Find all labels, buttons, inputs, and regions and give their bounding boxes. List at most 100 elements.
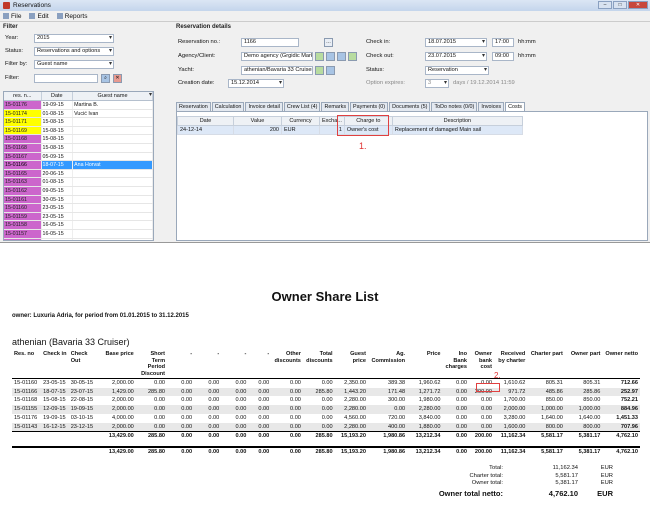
date-cell: 01-08-15 xyxy=(42,178,74,186)
report-cell: 23-07-15 xyxy=(68,387,97,397)
total-cell: 4,762.10 xyxy=(602,431,640,441)
report-col-header: - xyxy=(248,350,272,379)
report-cell: 285.80 xyxy=(135,387,168,397)
report-cell: 0.00 xyxy=(290,380,301,386)
agency-new-button[interactable] xyxy=(337,52,346,61)
tab-calculation[interactable]: Calculation xyxy=(211,102,245,111)
res-no-cell: 15-01167 xyxy=(4,152,42,161)
owner-total-netto-row: Owner total netto: 4,762.10 EUR xyxy=(415,488,613,499)
filter-input[interactable] xyxy=(34,74,98,83)
col-res-no[interactable]: res. n... xyxy=(4,92,42,100)
year-select[interactable]: 2015 xyxy=(34,34,114,43)
summary-label: Charter total: xyxy=(469,472,503,479)
tab-crew-list[interactable]: Crew List (4) xyxy=(283,102,321,111)
search-button[interactable]: ⌕ xyxy=(101,74,110,83)
agency-info-button[interactable] xyxy=(348,52,357,61)
yacht-field[interactable]: athenian/Bavaria 33 Cruiser xyxy=(241,66,313,75)
check-in-date[interactable]: 18.07.2015 xyxy=(425,38,487,47)
list-item[interactable]: 15-01163 01-08-15 xyxy=(4,178,153,187)
col-guest-name[interactable]: Guest name xyxy=(73,92,153,100)
list-item[interactable]: 15-01157 16-05-15 xyxy=(4,229,153,239)
total-cell xyxy=(12,431,42,441)
agency-find-button[interactable] xyxy=(326,52,335,61)
tab-invoice-detail[interactable]: Invoice detail xyxy=(245,102,283,111)
cost-currency[interactable]: EUR xyxy=(281,125,320,135)
menu-file[interactable]: File xyxy=(3,13,21,20)
maximize-button[interactable]: □ xyxy=(613,1,627,9)
list-item[interactable]: 15-01158 16-05-15 xyxy=(4,221,153,230)
report-cell: 0.00 xyxy=(290,397,301,404)
yacht-find-button[interactable] xyxy=(326,66,335,75)
total-cell: 0.00 xyxy=(442,431,470,441)
list-item[interactable]: 15-01174 01-08-15 Vucić Ivan xyxy=(4,109,153,119)
report-cell: 0.00 xyxy=(456,414,468,421)
costs-col-description[interactable]: Description xyxy=(391,116,523,126)
check-out-date[interactable]: 23.07.2015 xyxy=(425,52,487,61)
list-item[interactable]: 15-01168 15-08-15 xyxy=(4,135,153,144)
costs-col-currency[interactable]: Currency xyxy=(281,116,320,126)
report-cell: 805.31 xyxy=(583,380,601,386)
cost-description[interactable]: Replacement of damaged Main sail xyxy=(391,125,523,135)
list-item[interactable]: 15-01161 30-05-15 xyxy=(4,195,153,205)
tab-invoices[interactable]: Invoices xyxy=(478,102,505,111)
list-item[interactable]: 15-01168 15-08-15 xyxy=(4,143,153,153)
minimize-button[interactable]: – xyxy=(598,1,612,9)
report-col-header: - xyxy=(221,350,249,379)
clear-filter-button[interactable]: ✕ xyxy=(113,74,122,83)
report-col-header: Owner part xyxy=(564,350,603,379)
tab-todo-notes[interactable]: ToDo notes (0/0) xyxy=(431,102,478,111)
yacht-edit-button[interactable] xyxy=(315,66,324,75)
tab-reservation[interactable]: Reservation xyxy=(176,102,211,111)
tab-documents[interactable]: Documents (5) xyxy=(389,102,431,111)
report-title: Owner Share List xyxy=(271,289,379,304)
table-row: 15-01168 15-08-15 22-08-15 2,000.00 0.00 0.00… xyxy=(12,396,640,405)
res-no-field[interactable]: 1166 xyxy=(241,38,299,47)
costs-col-value[interactable]: Value xyxy=(233,116,282,126)
tab-costs[interactable]: Costs xyxy=(505,102,525,111)
report-cell: 15-01166 xyxy=(12,387,42,397)
menu-edit[interactable]: Edit xyxy=(29,13,49,20)
report-cell: 720.00 xyxy=(387,414,406,421)
report-cell: 485.86 xyxy=(527,387,565,397)
date-cell: 16-05-15 xyxy=(42,221,74,229)
list-item[interactable]: 15-01171 15-08-15 xyxy=(4,118,153,127)
list-item[interactable]: 15-01166 18-07-15 Ana Horvat xyxy=(4,161,153,170)
table-row: 15-01176 19-09-15 03-10-15 4,000.00 0.00 0.00… xyxy=(12,414,640,423)
report-cell: 0.00 xyxy=(481,397,493,404)
list-item[interactable]: 15-01165 20-06-15 xyxy=(4,169,153,179)
check-out-time[interactable]: 09:00 xyxy=(492,52,514,61)
tab-payments[interactable]: Payments (0) xyxy=(350,102,389,111)
list-item[interactable]: 15-01160 23-05-15 xyxy=(4,204,153,213)
cost-date[interactable]: 24-12-14 xyxy=(177,125,234,135)
table-row: 15-01155 12-09-15 19-09-15 2,000.00 0.00 0.00… xyxy=(12,405,640,414)
filter-by-select[interactable]: Guest name xyxy=(34,60,114,69)
report-col-header: Owner netto xyxy=(602,350,640,379)
agency-field[interactable]: Demo agency (Grgidic Marko) xyxy=(241,52,313,61)
check-in-time[interactable]: 17:00 xyxy=(492,38,514,47)
creation-date-field[interactable]: 15.12.2014 xyxy=(228,79,284,88)
report-cell: 19-09-15 xyxy=(43,414,66,421)
close-button[interactable]: ✕ xyxy=(628,1,648,9)
agency-edit-button[interactable] xyxy=(315,52,324,61)
list-item[interactable]: 15-01162 09-05-15 xyxy=(4,186,153,196)
owner-share-table: Res. no Check in Check Out Base price Short … xyxy=(12,350,640,457)
list-item[interactable]: 15-01159 23-05-15 xyxy=(4,212,153,222)
status-select[interactable]: Reservation xyxy=(425,66,489,75)
guest-cell xyxy=(73,195,153,204)
report-cell: 15-01155 xyxy=(12,405,42,414)
list-item[interactable]: 15-0115619-12-15 xyxy=(4,238,153,240)
option-days-select[interactable]: 3 xyxy=(425,79,449,88)
status-filter-select[interactable]: Reservations and options xyxy=(34,47,114,56)
list-item[interactable]: 15-01176 19-09-15 Martina B. xyxy=(4,101,153,110)
annotation-1: 1. xyxy=(359,141,367,151)
owner-line: owner: Luxuria Adria, for period from 01… xyxy=(12,313,189,319)
list-item[interactable]: 15-01169 15-08-15 xyxy=(4,126,153,136)
menu-reports[interactable]: Reports xyxy=(56,13,87,20)
costs-col-date[interactable]: Date xyxy=(177,116,234,126)
list-item[interactable]: 15-01167 05-09-15 xyxy=(4,152,153,162)
tab-remarks[interactable]: Remarks xyxy=(321,102,350,111)
res-lookup-button[interactable]: … xyxy=(324,38,333,47)
date-cell: 23-05-15 xyxy=(42,204,74,212)
col-date[interactable]: Date xyxy=(42,92,74,100)
cost-value[interactable]: 200 xyxy=(233,125,282,135)
